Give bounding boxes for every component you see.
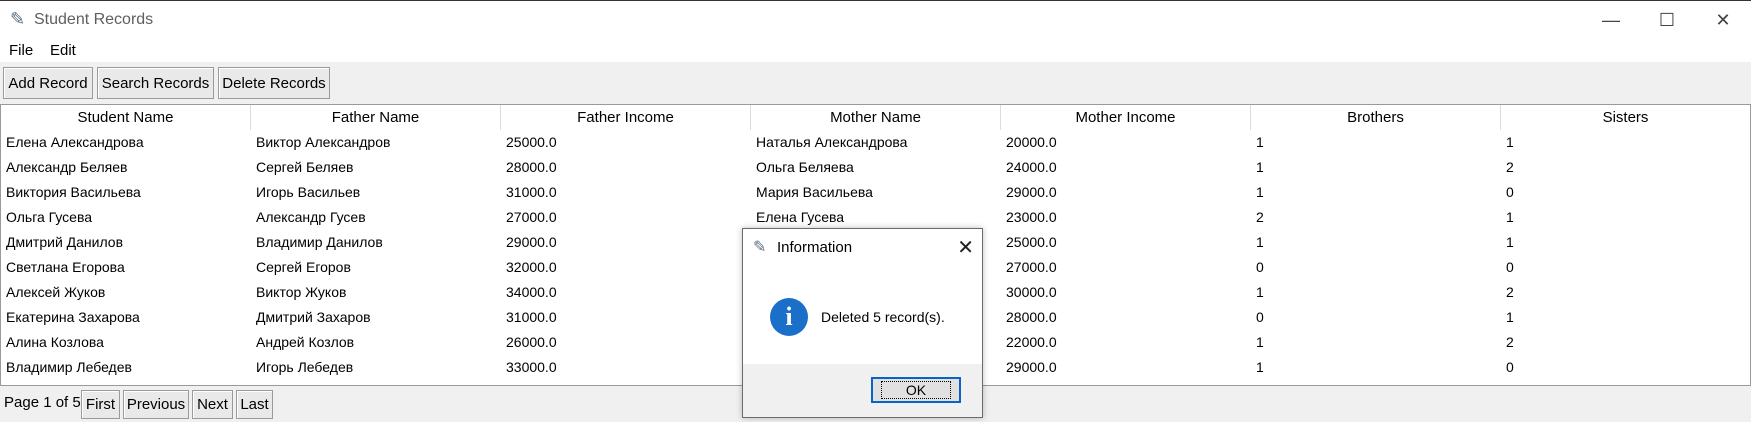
- table-cell[interactable]: 2: [1256, 205, 1264, 230]
- table-cell[interactable]: Елена Александрова: [6, 130, 144, 155]
- table-cell[interactable]: 0: [1506, 355, 1514, 380]
- table-cell[interactable]: Сергей Беляев: [256, 155, 353, 180]
- table-cell[interactable]: 1: [1256, 130, 1264, 155]
- window-title: Student Records: [34, 11, 154, 28]
- table-cell[interactable]: 0: [1256, 305, 1264, 330]
- table-cell[interactable]: Дмитрий Данилов: [6, 230, 123, 255]
- table-cell[interactable]: 29000.0: [1006, 355, 1057, 380]
- table-cell[interactable]: Андрей Козлов: [256, 330, 354, 355]
- table-cell[interactable]: 27000.0: [506, 205, 557, 230]
- table-cell[interactable]: 25000.0: [1006, 230, 1057, 255]
- page-indicator: Page 1 of 5: [4, 394, 81, 411]
- table-cell[interactable]: 29000.0: [1006, 180, 1057, 205]
- feather-icon: ✎: [753, 239, 767, 256]
- window-titlebar: ✎ Student Records — ☐ ✕: [0, 0, 1751, 39]
- table-cell[interactable]: Елена Гусева: [756, 205, 844, 230]
- menu-file[interactable]: File: [9, 42, 33, 59]
- ok-button[interactable]: OK: [871, 377, 961, 403]
- column-header-student-name[interactable]: Student Name: [1, 105, 251, 130]
- table-cell[interactable]: 30000.0: [1006, 280, 1057, 305]
- table-cell[interactable]: Владимир Данилов: [256, 230, 383, 255]
- maximize-button[interactable]: ☐: [1639, 1, 1695, 40]
- column-header-mother-income[interactable]: Mother Income: [1001, 105, 1251, 130]
- column-header-father-name[interactable]: Father Name: [251, 105, 501, 130]
- table-cell[interactable]: 1: [1506, 230, 1514, 255]
- table-cell[interactable]: 1: [1256, 280, 1264, 305]
- column-header-father-income[interactable]: Father Income: [501, 105, 751, 130]
- table-cell[interactable]: Дмитрий Захаров: [256, 305, 371, 330]
- info-icon: i: [770, 298, 808, 336]
- table-cell[interactable]: 34000.0: [506, 280, 557, 305]
- ok-button-label: OK: [880, 381, 952, 399]
- table-cell[interactable]: Виктория Васильева: [6, 180, 141, 205]
- column-header-brothers[interactable]: Brothers: [1251, 105, 1501, 130]
- first-page-button[interactable]: First: [81, 390, 120, 419]
- table-cell[interactable]: 23000.0: [1006, 205, 1057, 230]
- close-button[interactable]: ✕: [1695, 1, 1751, 40]
- dialog-footer: OK: [743, 364, 982, 417]
- table-cell[interactable]: 28000.0: [1006, 305, 1057, 330]
- table-cell[interactable]: Игорь Васильев: [256, 180, 360, 205]
- table-cell[interactable]: 1: [1506, 205, 1514, 230]
- table-cell[interactable]: 1: [1506, 305, 1514, 330]
- add-record-button[interactable]: Add Record: [3, 67, 93, 99]
- toolbar: Add Record Search Records Delete Records: [0, 62, 1751, 104]
- table-cell[interactable]: 24000.0: [1006, 155, 1057, 180]
- table-cell[interactable]: Виктор Александров: [256, 130, 390, 155]
- table-cell[interactable]: 32000.0: [506, 255, 557, 280]
- table-cell[interactable]: 1: [1256, 355, 1264, 380]
- table-cell[interactable]: Светлана Егорова: [6, 255, 125, 280]
- table-cell[interactable]: 27000.0: [1006, 255, 1057, 280]
- table-cell[interactable]: 22000.0: [1006, 330, 1057, 355]
- column-header-sisters[interactable]: Sisters: [1501, 105, 1750, 130]
- delete-records-button[interactable]: Delete Records: [218, 67, 330, 99]
- dialog-title: Information: [777, 239, 853, 256]
- next-page-button[interactable]: Next: [192, 390, 233, 419]
- previous-page-button[interactable]: Previous: [123, 390, 189, 419]
- table-cell[interactable]: 1: [1256, 155, 1264, 180]
- table-cell[interactable]: 1: [1256, 330, 1264, 355]
- table-cell[interactable]: 1: [1506, 130, 1514, 155]
- menu-edit[interactable]: Edit: [50, 42, 76, 59]
- table-cell[interactable]: Виктор Жуков: [256, 280, 346, 305]
- table-cell[interactable]: Сергей Егоров: [256, 255, 351, 280]
- table-cell[interactable]: Алина Козлова: [6, 330, 104, 355]
- table-cell[interactable]: 2: [1506, 155, 1514, 180]
- table-cell[interactable]: 0: [1506, 180, 1514, 205]
- menu-bar: File Edit: [0, 39, 1751, 62]
- table-cell[interactable]: Александр Беляев: [6, 155, 127, 180]
- table-cell[interactable]: 26000.0: [506, 330, 557, 355]
- dialog-message: Deleted 5 record(s).: [821, 309, 945, 325]
- table-cell[interactable]: Алексей Жуков: [6, 280, 105, 305]
- column-header-mother-name[interactable]: Mother Name: [751, 105, 1001, 130]
- table-cell[interactable]: Мария Васильева: [756, 180, 873, 205]
- table-cell[interactable]: Ольга Беляева: [756, 155, 854, 180]
- table-cell[interactable]: 20000.0: [1006, 130, 1057, 155]
- table-cell[interactable]: Ольга Гусева: [6, 205, 92, 230]
- close-icon[interactable]: ✕: [957, 235, 974, 260]
- information-dialog: ✎ Information ✕ i Deleted 5 record(s). O…: [742, 228, 983, 418]
- table-cell[interactable]: 25000.0: [506, 130, 557, 155]
- feather-icon: ✎: [10, 9, 26, 29]
- table-cell[interactable]: Александр Гусев: [256, 205, 366, 230]
- table-cell[interactable]: 29000.0: [506, 230, 557, 255]
- table-cell[interactable]: 31000.0: [506, 180, 557, 205]
- table-cell[interactable]: 0: [1256, 255, 1264, 280]
- table-cell[interactable]: 33000.0: [506, 355, 557, 380]
- table-cell[interactable]: Наталья Александрова: [756, 130, 907, 155]
- table-cell[interactable]: Екатерина Захарова: [6, 305, 140, 330]
- table-cell[interactable]: 2: [1506, 280, 1514, 305]
- table-cell[interactable]: 1: [1256, 180, 1264, 205]
- table-cell[interactable]: 2: [1506, 330, 1514, 355]
- table-cell[interactable]: 31000.0: [506, 305, 557, 330]
- minimize-button[interactable]: —: [1583, 1, 1639, 40]
- table-cell[interactable]: 28000.0: [506, 155, 557, 180]
- last-page-button[interactable]: Last: [236, 390, 273, 419]
- search-records-button[interactable]: Search Records: [97, 67, 214, 99]
- table-cell[interactable]: Игорь Лебедев: [256, 355, 353, 380]
- table-cell[interactable]: 1: [1256, 230, 1264, 255]
- table-cell[interactable]: 0: [1506, 255, 1514, 280]
- table-cell[interactable]: Владимир Лебедев: [6, 355, 132, 380]
